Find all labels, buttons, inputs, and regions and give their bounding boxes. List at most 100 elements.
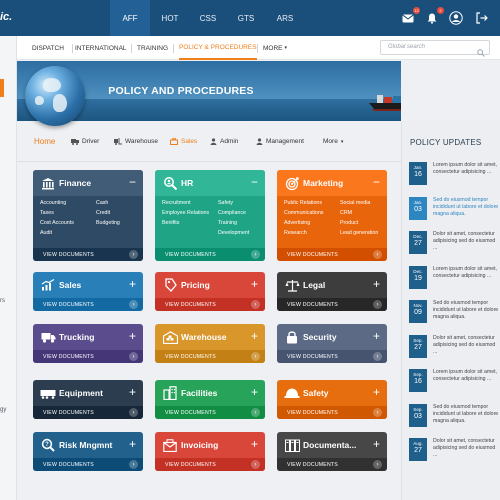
tile-link[interactable]: Advertising <box>284 219 340 228</box>
tile-warehouse[interactable]: Warehouse + VIEW DOCUMENTS › <box>155 324 265 363</box>
expand-icon[interactable]: + <box>251 277 258 291</box>
tile-link[interactable]: Accounting <box>40 199 96 208</box>
policy-update-item[interactable]: Sep. 03 Sed do eiusmod tempor incididunt u… <box>409 403 499 430</box>
category-sales[interactable]: Sales <box>170 138 197 145</box>
policy-update-text[interactable]: Dolor sit amet, consectetur adipisicing … <box>433 231 499 252</box>
policy-update-text[interactable]: Sed do eiusmod tempor incididunt ut labo… <box>433 404 499 425</box>
view-documents-button[interactable]: VIEW DOCUMENTS › <box>33 406 143 419</box>
tile-pricing[interactable]: Pricing + VIEW DOCUMENTS › <box>155 272 265 311</box>
tile-link[interactable]: Cost Accounts <box>40 219 96 228</box>
policy-update-item[interactable]: Sep. 16 Lorem ipsum dolor sit amet, consec… <box>409 369 499 395</box>
bell-icon[interactable]: 2 <box>424 7 444 26</box>
logout-icon[interactable] <box>474 10 490 26</box>
policy-update-item[interactable]: Jan. 16 Lorem ipsum dolor sit amet, consec… <box>409 162 499 188</box>
tile-finance[interactable]: Finance − Accounting Cash Taxes Credit Cost Ac… <box>33 170 143 261</box>
tile-hr[interactable]: HR − Recruitment Safety Employee Relations Co… <box>155 170 265 261</box>
view-documents-button[interactable]: VIEW DOCUMENTS › <box>155 458 265 471</box>
policy-update-text[interactable]: Lorem ipsum dolor sit amet, consectetur … <box>433 369 499 383</box>
tile-link[interactable]: Compliance <box>218 209 258 218</box>
collapse-icon[interactable]: − <box>373 175 380 189</box>
tile-link[interactable]: Development <box>218 229 258 238</box>
tile-link[interactable]: Benifits <box>162 219 218 228</box>
tab-aff[interactable]: AFF <box>110 0 150 36</box>
tile-documents[interactable]: Documenta... + VIEW DOCUMENTS › <box>277 432 387 471</box>
subnav-policy-procedures[interactable]: POLICY & PROCEDURES <box>179 36 257 60</box>
tile-sales[interactable]: Sales + VIEW DOCUMENTS › <box>33 272 143 311</box>
expand-icon[interactable]: + <box>129 385 136 399</box>
view-documents-button[interactable]: VIEW DOCUMENTS › <box>277 350 387 363</box>
tile-link[interactable]: Communications <box>284 209 340 218</box>
view-documents-button[interactable]: VIEW DOCUMENTS › <box>33 458 143 471</box>
expand-icon[interactable]: + <box>129 437 136 451</box>
tab-css[interactable]: CSS <box>188 0 228 36</box>
tile-legal[interactable]: Legal + VIEW DOCUMENTS › <box>277 272 387 311</box>
subnav-training[interactable]: TRAINING <box>137 36 168 60</box>
expand-icon[interactable]: + <box>373 277 380 291</box>
subnav-dispatch[interactable]: DISPATCH <box>32 36 64 60</box>
policy-update-item[interactable]: Nov. 09 Sed do eiusmod tempor incididunt u… <box>409 300 499 326</box>
tile-link[interactable]: Training <box>218 219 258 228</box>
expand-icon[interactable]: + <box>251 329 258 343</box>
tab-gts[interactable]: GTS <box>226 0 266 36</box>
tile-link[interactable]: Employee Relations <box>162 209 218 218</box>
tile-link[interactable]: Taxes <box>40 209 96 218</box>
tab-hot[interactable]: HOT <box>150 0 190 36</box>
policy-update-text[interactable]: Lorem ipsum dolor sit amet, consectetur … <box>433 266 499 280</box>
category-more[interactable]: More ▾ <box>323 138 343 145</box>
search-icon[interactable] <box>477 44 485 62</box>
policy-update-item[interactable]: Dec. 27 Dolor sit amet, consectetur adipis… <box>409 231 499 257</box>
tile-link[interactable]: Public Relations <box>284 199 340 208</box>
tile-equipment[interactable]: Equipment + VIEW DOCUMENTS › <box>33 380 143 419</box>
policy-update-text[interactable]: Dolor sit amet, consectetur adipisicing … <box>433 335 499 356</box>
tile-link[interactable]: Cash <box>96 199 136 208</box>
view-documents-button[interactable]: VIEW DOCUMENTS › <box>277 298 387 311</box>
category-management[interactable]: Management <box>256 138 304 145</box>
tile-trucking[interactable]: Trucking + VIEW DOCUMENTS › <box>33 324 143 363</box>
tile-invoicing[interactable]: Invoicing + VIEW DOCUMENTS › <box>155 432 265 471</box>
tile-marketing[interactable]: Marketing − Public Relations Social media Co… <box>277 170 387 261</box>
tile-link[interactable]: CRM <box>340 209 380 218</box>
tile-link[interactable]: Recruitment <box>162 199 218 208</box>
tile-link[interactable]: Budgeting <box>96 219 136 228</box>
mail-icon[interactable]: 12 <box>400 7 420 26</box>
category-driver[interactable]: Driver <box>71 138 99 145</box>
expand-icon[interactable]: + <box>373 385 380 399</box>
collapse-icon[interactable]: − <box>129 175 136 189</box>
policy-update-item[interactable]: Sep. 27 Dolor sit amet, consectetur adipis… <box>409 334 499 361</box>
expand-icon[interactable]: + <box>251 437 258 451</box>
policy-update-item[interactable]: Aug. 27 Dolor sit amet, consectetur adipis… <box>409 438 499 464</box>
view-documents-button[interactable]: VIEW DOCUMENTS › <box>155 406 265 419</box>
expand-icon[interactable]: + <box>129 277 136 291</box>
tile-facilities[interactable]: Facilities + VIEW DOCUMENTS › <box>155 380 265 419</box>
view-documents-button[interactable]: VIEW DOCUMENTS › <box>155 248 265 261</box>
tile-link[interactable]: Research <box>284 229 340 238</box>
tab-ars[interactable]: ARS <box>265 0 305 36</box>
app-logo[interactable]: ic. <box>0 11 12 23</box>
tile-link[interactable]: Lead generation <box>340 229 380 238</box>
tile-link[interactable]: Safety <box>218 199 258 208</box>
tile-link[interactable]: Product <box>340 219 380 228</box>
category-home[interactable]: Home <box>34 137 55 146</box>
view-documents-button[interactable]: VIEW DOCUMENTS › <box>277 248 387 261</box>
expand-icon[interactable]: + <box>251 385 258 399</box>
view-documents-button[interactable]: VIEW DOCUMENTS › <box>277 406 387 419</box>
policy-update-item[interactable]: Jan. 03 Sed do eiusmod tempor incididunt u… <box>409 196 499 223</box>
view-documents-button[interactable]: VIEW DOCUMENTS › <box>33 248 143 261</box>
expand-icon[interactable]: + <box>373 329 380 343</box>
category-admin[interactable]: Admin <box>210 138 238 145</box>
policy-update-text[interactable]: Sed do eiusmod tempor incididunt ut labo… <box>433 197 499 218</box>
subnav-international[interactable]: INTERNATIONAL <box>75 36 127 60</box>
view-documents-button[interactable]: VIEW DOCUMENTS › <box>33 298 143 311</box>
user-avatar-icon[interactable] <box>448 10 464 26</box>
collapse-icon[interactable]: − <box>251 175 258 189</box>
tile-link[interactable]: Audit <box>40 229 96 238</box>
search-input[interactable]: Global search <box>380 40 490 57</box>
subnav-more[interactable]: MORE ▾ <box>263 36 287 60</box>
expand-icon[interactable]: + <box>129 329 136 343</box>
sidebar-item-fragment[interactable]: gy <box>0 407 6 413</box>
view-documents-button[interactable]: VIEW DOCUMENTS › <box>155 298 265 311</box>
tile-link[interactable]: Credit <box>96 209 136 218</box>
tile-risk[interactable]: ? Risk Mngmnt + VIEW DOCUMENTS › <box>33 432 143 471</box>
policy-update-text[interactable]: Dolor sit amet, consectetur adipisicing … <box>433 438 499 459</box>
view-documents-button[interactable]: VIEW DOCUMENTS › <box>277 458 387 471</box>
